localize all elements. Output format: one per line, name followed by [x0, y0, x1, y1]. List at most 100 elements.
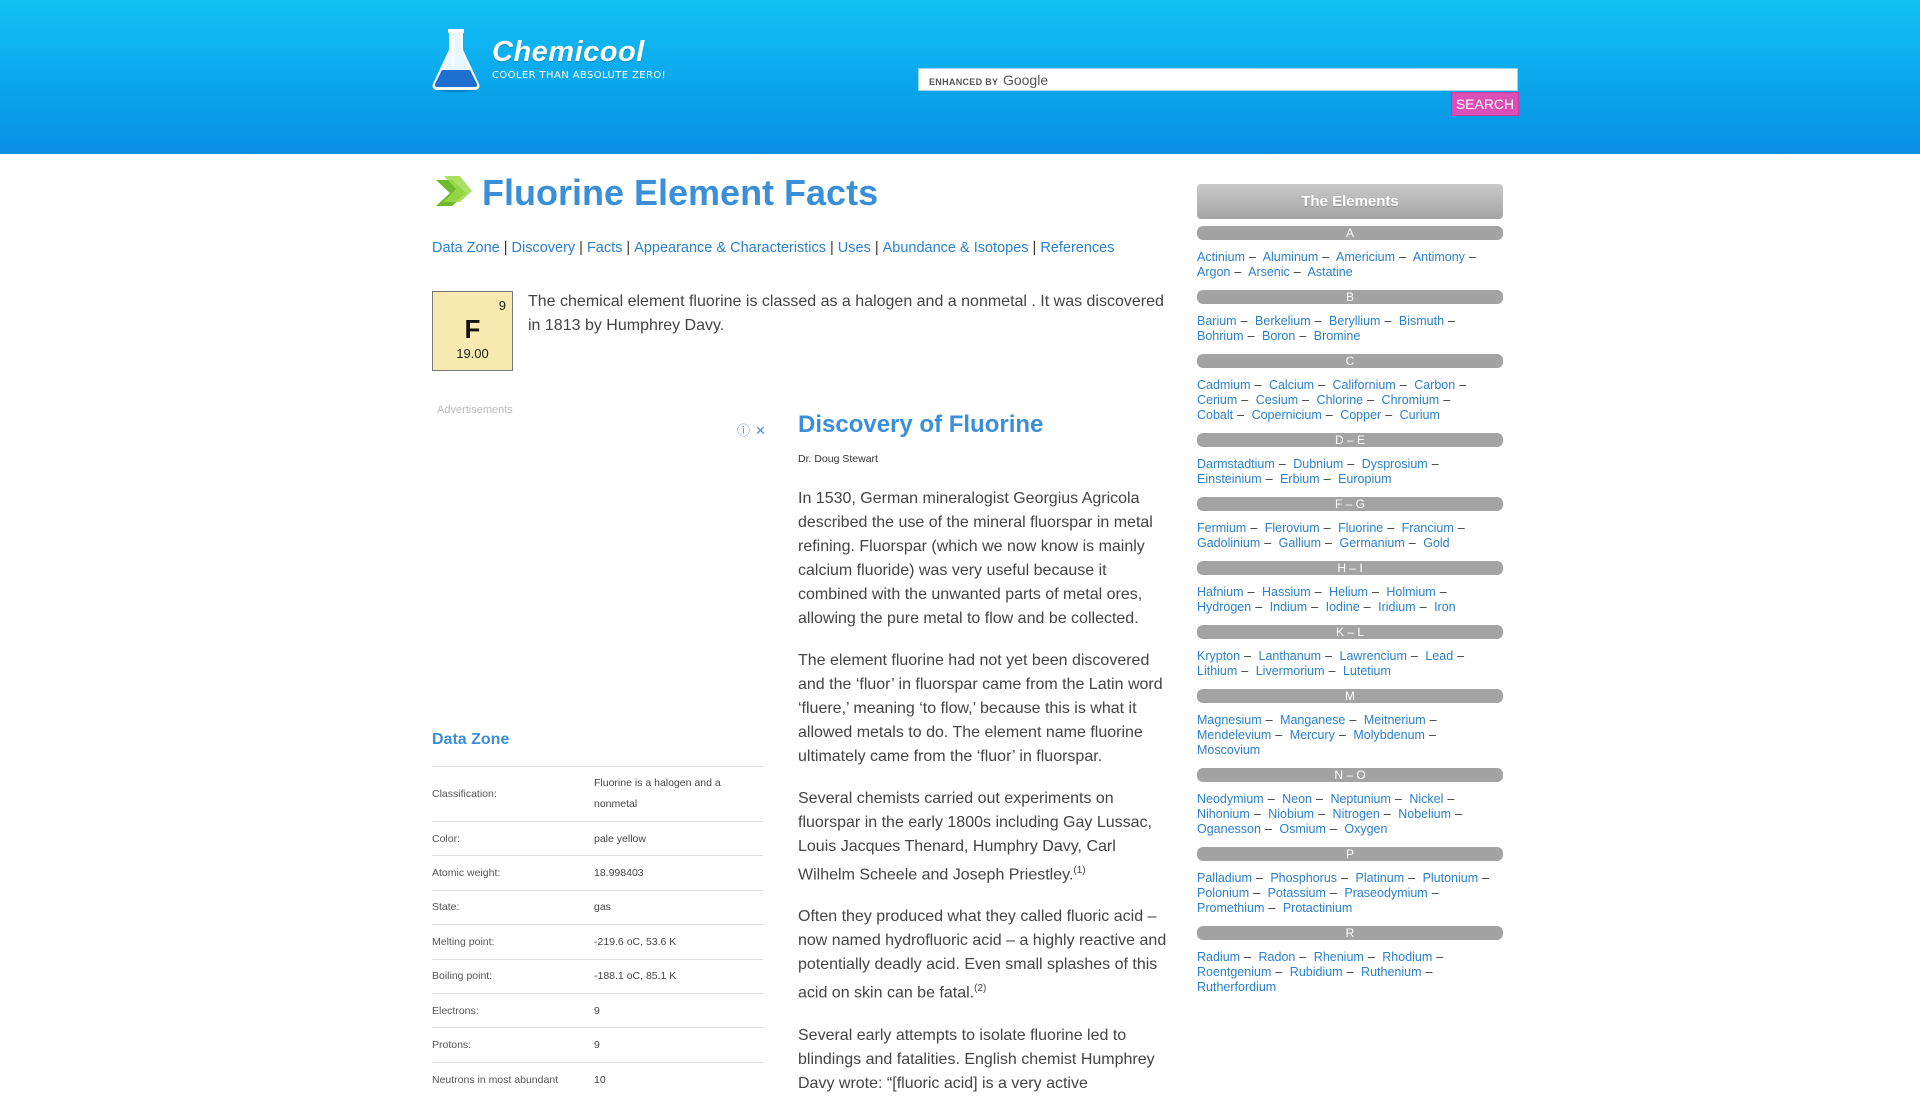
element-link[interactable]: Ruthenium [1361, 965, 1421, 979]
element-link[interactable]: Palladium [1197, 871, 1252, 885]
toc-link-abundance[interactable]: Abundance & Isotopes [883, 240, 1029, 256]
element-link[interactable]: Boron [1262, 329, 1295, 343]
element-link[interactable]: Arsenic [1248, 265, 1290, 279]
element-link[interactable]: Lanthanum [1259, 649, 1322, 663]
element-link[interactable]: Nobelium [1398, 807, 1451, 821]
element-link[interactable]: Krypton [1197, 649, 1240, 663]
element-link[interactable]: Astatine [1308, 265, 1353, 279]
element-link[interactable]: Gadolinium [1197, 536, 1260, 550]
element-link[interactable]: Carbon [1414, 378, 1455, 392]
toc-link-discovery[interactable]: Discovery [512, 240, 576, 256]
element-link[interactable]: Phosphorus [1270, 871, 1337, 885]
element-link[interactable]: Fluorine [1338, 521, 1383, 535]
toc-link-references[interactable]: References [1040, 240, 1114, 256]
element-link[interactable]: Iodine [1326, 600, 1360, 614]
element-link[interactable]: Hafnium [1197, 585, 1244, 599]
element-link[interactable]: Cadmium [1197, 378, 1251, 392]
element-link[interactable]: Francium [1402, 521, 1454, 535]
element-link[interactable]: Dubnium [1293, 457, 1343, 471]
element-link[interactable]: Oxygen [1344, 822, 1387, 836]
element-link[interactable]: Helium [1329, 585, 1368, 599]
element-link[interactable]: Cesium [1256, 393, 1298, 407]
element-link[interactable]: Praseodymium [1344, 886, 1427, 900]
element-link[interactable]: Dysprosium [1362, 457, 1428, 471]
element-link[interactable]: Curium [1400, 408, 1440, 422]
reference-link[interactable]: (1) [1073, 865, 1085, 876]
toc-link-data-zone[interactable]: Data Zone [432, 240, 500, 256]
element-link[interactable]: Chromium [1382, 393, 1440, 407]
element-link[interactable]: Germanium [1339, 536, 1404, 550]
element-link[interactable]: Copernicium [1252, 408, 1322, 422]
ad-choices[interactable]: ⓘ ✕ [737, 420, 766, 439]
info-icon[interactable]: ⓘ [737, 423, 750, 438]
element-link[interactable]: Polonium [1197, 886, 1249, 900]
element-link[interactable]: Rutherfordium [1197, 980, 1276, 994]
element-link[interactable]: Chlorine [1317, 393, 1364, 407]
element-link[interactable]: Nihonium [1197, 807, 1250, 821]
element-link[interactable]: Rubidium [1290, 965, 1343, 979]
element-link[interactable]: Hassium [1262, 585, 1311, 599]
element-link[interactable]: Mendelevium [1197, 728, 1271, 742]
element-link[interactable]: Cobalt [1197, 408, 1233, 422]
element-link[interactable]: Neptunium [1330, 792, 1390, 806]
element-link[interactable]: Neodymium [1197, 792, 1264, 806]
element-link[interactable]: Radium [1197, 950, 1240, 964]
element-link[interactable]: Bismuth [1399, 314, 1444, 328]
search-box[interactable]: ENHANCED BY Google [918, 68, 1518, 91]
element-link[interactable]: Rhenium [1314, 950, 1364, 964]
element-link[interactable]: Bromine [1314, 329, 1361, 343]
element-link[interactable]: Iridium [1378, 600, 1416, 614]
element-link[interactable]: Flerovium [1265, 521, 1320, 535]
element-link[interactable]: Livermorium [1256, 664, 1325, 678]
element-link[interactable]: Europium [1338, 472, 1392, 486]
toc-link-uses[interactable]: Uses [838, 240, 871, 256]
element-link[interactable]: Antimony [1413, 250, 1465, 264]
element-link[interactable]: Nitrogen [1333, 807, 1380, 821]
element-link[interactable]: Aluminum [1263, 250, 1319, 264]
element-link[interactable]: Cerium [1197, 393, 1237, 407]
element-link[interactable]: Darmstadtium [1197, 457, 1275, 471]
element-link[interactable]: Meitnerium [1364, 713, 1426, 727]
element-link[interactable]: Gold [1423, 536, 1449, 550]
close-icon[interactable]: ✕ [755, 423, 766, 438]
element-link[interactable]: Promethium [1197, 901, 1264, 915]
element-link[interactable]: Mercury [1290, 728, 1335, 742]
element-link[interactable]: Lead [1425, 649, 1453, 663]
element-link[interactable]: Hydrogen [1197, 600, 1251, 614]
element-link[interactable]: Platinum [1355, 871, 1404, 885]
element-link[interactable]: Moscovium [1197, 743, 1260, 757]
element-link[interactable]: Lithium [1197, 664, 1237, 678]
search-button[interactable]: Search [1451, 92, 1519, 116]
element-link[interactable]: Roentgenium [1197, 965, 1271, 979]
element-link[interactable]: Calcium [1269, 378, 1314, 392]
element-link[interactable]: Berkelium [1255, 314, 1311, 328]
element-link[interactable]: Erbium [1280, 472, 1320, 486]
element-link[interactable]: Molybdenum [1353, 728, 1425, 742]
element-link[interactable]: Magnesium [1197, 713, 1262, 727]
element-link[interactable]: Californium [1333, 378, 1396, 392]
ad-slot[interactable] [432, 420, 772, 700]
site-logo[interactable]: Chemicool COOLER THAN ABSOLUTE ZERO! [428, 26, 666, 94]
element-link[interactable]: Lawrencium [1340, 649, 1407, 663]
element-link[interactable]: Argon [1197, 265, 1230, 279]
element-link[interactable]: Gallium [1279, 536, 1321, 550]
element-link[interactable]: Nickel [1409, 792, 1443, 806]
element-link[interactable]: Holmium [1386, 585, 1435, 599]
search-input[interactable] [1048, 69, 1517, 90]
element-link[interactable]: Beryllium [1329, 314, 1380, 328]
element-link[interactable]: Indium [1270, 600, 1308, 614]
element-link[interactable]: Manganese [1280, 713, 1345, 727]
element-link[interactable]: Osmium [1279, 822, 1326, 836]
element-link[interactable]: Niobium [1268, 807, 1314, 821]
element-link[interactable]: Neon [1282, 792, 1312, 806]
element-link[interactable]: Americium [1336, 250, 1395, 264]
element-link[interactable]: Plutonium [1423, 871, 1479, 885]
element-link[interactable]: Iron [1434, 600, 1456, 614]
element-link[interactable]: Rhodium [1382, 950, 1432, 964]
element-link[interactable]: Actinium [1197, 250, 1245, 264]
element-link[interactable]: Fermium [1197, 521, 1246, 535]
element-link[interactable]: Oganesson [1197, 822, 1261, 836]
toc-link-facts[interactable]: Facts [587, 240, 622, 256]
element-link[interactable]: Protactinium [1283, 901, 1352, 915]
toc-link-appearance[interactable]: Appearance & Characteristics [634, 240, 826, 256]
